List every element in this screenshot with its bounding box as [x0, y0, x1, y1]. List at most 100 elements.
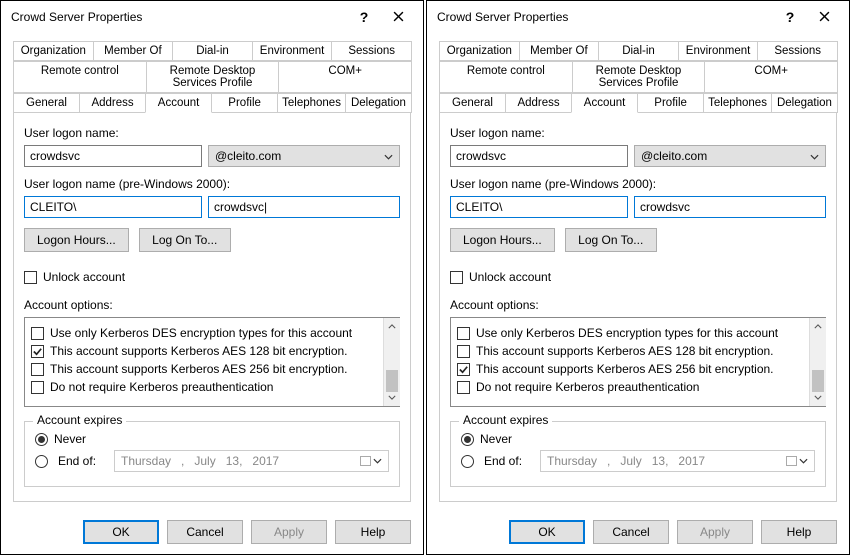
pre2000-user-input[interactable] — [634, 196, 826, 218]
endof-label: End of: — [484, 454, 530, 468]
checkbox-icon[interactable] — [24, 271, 37, 284]
date-month: July — [620, 454, 641, 468]
help-icon[interactable]: ? — [773, 9, 807, 25]
logon-hours-button[interactable]: Logon Hours... — [24, 228, 129, 252]
tab-environment[interactable]: Environment — [678, 41, 759, 61]
ok-button[interactable]: OK — [509, 520, 585, 544]
domain-combo[interactable]: @cleito.com — [208, 145, 400, 167]
tab-general[interactable]: General — [439, 93, 506, 113]
radio-icon[interactable] — [35, 455, 48, 468]
radio-icon[interactable] — [35, 433, 48, 446]
tab-sessions[interactable]: Sessions — [331, 41, 412, 61]
radio-icon[interactable] — [461, 433, 474, 446]
checkbox-icon[interactable] — [31, 345, 44, 358]
tab-address[interactable]: Address — [505, 93, 572, 113]
cancel-button[interactable]: Cancel — [167, 520, 243, 544]
account-option-2[interactable]: This account supports Kerberos AES 256 b… — [457, 362, 820, 376]
tab-address[interactable]: Address — [79, 93, 146, 113]
apply-button[interactable]: Apply — [251, 520, 327, 544]
tab-telephones[interactable]: Telephones — [703, 93, 772, 113]
tab-com+[interactable]: COM+ — [278, 61, 412, 93]
pre2000-domain-input[interactable] — [450, 196, 628, 218]
scroll-thumb[interactable] — [812, 370, 824, 392]
account-option-1[interactable]: This account supports Kerberos AES 128 b… — [31, 344, 394, 358]
log-on-to-button[interactable]: Log On To... — [139, 228, 231, 252]
tab-general[interactable]: General — [13, 93, 80, 113]
close-icon[interactable] — [381, 9, 415, 25]
logon-hours-button[interactable]: Logon Hours... — [450, 228, 555, 252]
tab-account[interactable]: Account — [571, 93, 638, 113]
account-option-0[interactable]: Use only Kerberos DES encryption types f… — [31, 326, 394, 340]
tab-member-of[interactable]: Member Of — [93, 41, 174, 61]
tab-dial-in[interactable]: Dial-in — [598, 41, 679, 61]
account-option-3[interactable]: Do not require Kerberos preauthenticatio… — [31, 380, 394, 394]
calendar-icon[interactable] — [786, 456, 797, 466]
radio-icon[interactable] — [461, 455, 474, 468]
account-options-list[interactable]: Use only Kerberos DES encryption types f… — [24, 317, 400, 407]
help-icon[interactable]: ? — [347, 9, 381, 25]
cancel-button[interactable]: Cancel — [593, 520, 669, 544]
expiry-date-picker[interactable]: Thursday , July 13, 2017 — [114, 450, 389, 472]
tab-remote-control[interactable]: Remote control — [439, 61, 573, 93]
unlock-account-label: Unlock account — [469, 270, 551, 284]
scrollbar[interactable] — [809, 318, 826, 406]
tab-telephones[interactable]: Telephones — [277, 93, 346, 113]
chevron-down-icon[interactable] — [378, 149, 399, 163]
log-on-to-button[interactable]: Log On To... — [565, 228, 657, 252]
checkbox-icon[interactable] — [457, 327, 470, 340]
pre2000-user-input[interactable] — [208, 196, 400, 218]
tab-com+[interactable]: COM+ — [704, 61, 838, 93]
checkbox-icon[interactable] — [450, 271, 463, 284]
tab-profile[interactable]: Profile — [637, 93, 704, 113]
tab-remote-control[interactable]: Remote control — [13, 61, 147, 93]
expires-never-row[interactable]: Never — [35, 432, 389, 446]
never-label: Never — [480, 432, 512, 446]
tab-delegation[interactable]: Delegation — [345, 93, 412, 113]
tab-member-of[interactable]: Member Of — [519, 41, 600, 61]
tab-organization[interactable]: Organization — [13, 41, 94, 61]
expires-endof-row[interactable]: End of: Thursday , July 13, 2017 — [35, 450, 389, 472]
scroll-track[interactable] — [384, 335, 400, 389]
account-options-list[interactable]: Use only Kerberos DES encryption types f… — [450, 317, 826, 407]
calendar-icon[interactable] — [360, 456, 371, 466]
tab-profile[interactable]: Profile — [211, 93, 278, 113]
scroll-track[interactable] — [810, 335, 826, 389]
logon-name-input[interactable] — [450, 145, 628, 167]
checkbox-icon[interactable] — [31, 381, 44, 394]
tab-remote-desktop-services-profile[interactable]: Remote Desktop Services Profile — [572, 61, 706, 93]
unlock-account-row[interactable]: Unlock account — [450, 270, 826, 284]
tab-delegation[interactable]: Delegation — [771, 93, 838, 113]
account-option-3[interactable]: Do not require Kerberos preauthenticatio… — [457, 380, 820, 394]
expires-endof-row[interactable]: End of: Thursday , July 13, 2017 — [461, 450, 815, 472]
tab-account[interactable]: Account — [145, 93, 212, 113]
help-button[interactable]: Help — [335, 520, 411, 544]
chevron-down-icon[interactable] — [804, 149, 825, 163]
scroll-thumb[interactable] — [386, 370, 398, 392]
account-option-2[interactable]: This account supports Kerberos AES 256 b… — [31, 362, 394, 376]
checkbox-icon[interactable] — [31, 327, 44, 340]
domain-combo[interactable]: @cleito.com — [634, 145, 826, 167]
help-button[interactable]: Help — [761, 520, 837, 544]
expiry-date-picker[interactable]: Thursday , July 13, 2017 — [540, 450, 815, 472]
scroll-up-icon[interactable] — [810, 318, 826, 335]
tab-sessions[interactable]: Sessions — [757, 41, 838, 61]
scrollbar[interactable] — [383, 318, 400, 406]
checkbox-icon[interactable] — [457, 363, 470, 376]
unlock-account-row[interactable]: Unlock account — [24, 270, 400, 284]
tab-dial-in[interactable]: Dial-in — [172, 41, 253, 61]
pre2000-domain-input[interactable] — [24, 196, 202, 218]
tab-remote-desktop-services-profile[interactable]: Remote Desktop Services Profile — [146, 61, 280, 93]
expires-never-row[interactable]: Never — [461, 432, 815, 446]
ok-button[interactable]: OK — [83, 520, 159, 544]
tab-organization[interactable]: Organization — [439, 41, 520, 61]
tab-environment[interactable]: Environment — [252, 41, 333, 61]
scroll-up-icon[interactable] — [384, 318, 400, 335]
checkbox-icon[interactable] — [31, 363, 44, 376]
account-option-0[interactable]: Use only Kerberos DES encryption types f… — [457, 326, 820, 340]
account-option-1[interactable]: This account supports Kerberos AES 128 b… — [457, 344, 820, 358]
checkbox-icon[interactable] — [457, 381, 470, 394]
apply-button[interactable]: Apply — [677, 520, 753, 544]
checkbox-icon[interactable] — [457, 345, 470, 358]
logon-name-input[interactable] — [24, 145, 202, 167]
close-icon[interactable] — [807, 9, 841, 25]
